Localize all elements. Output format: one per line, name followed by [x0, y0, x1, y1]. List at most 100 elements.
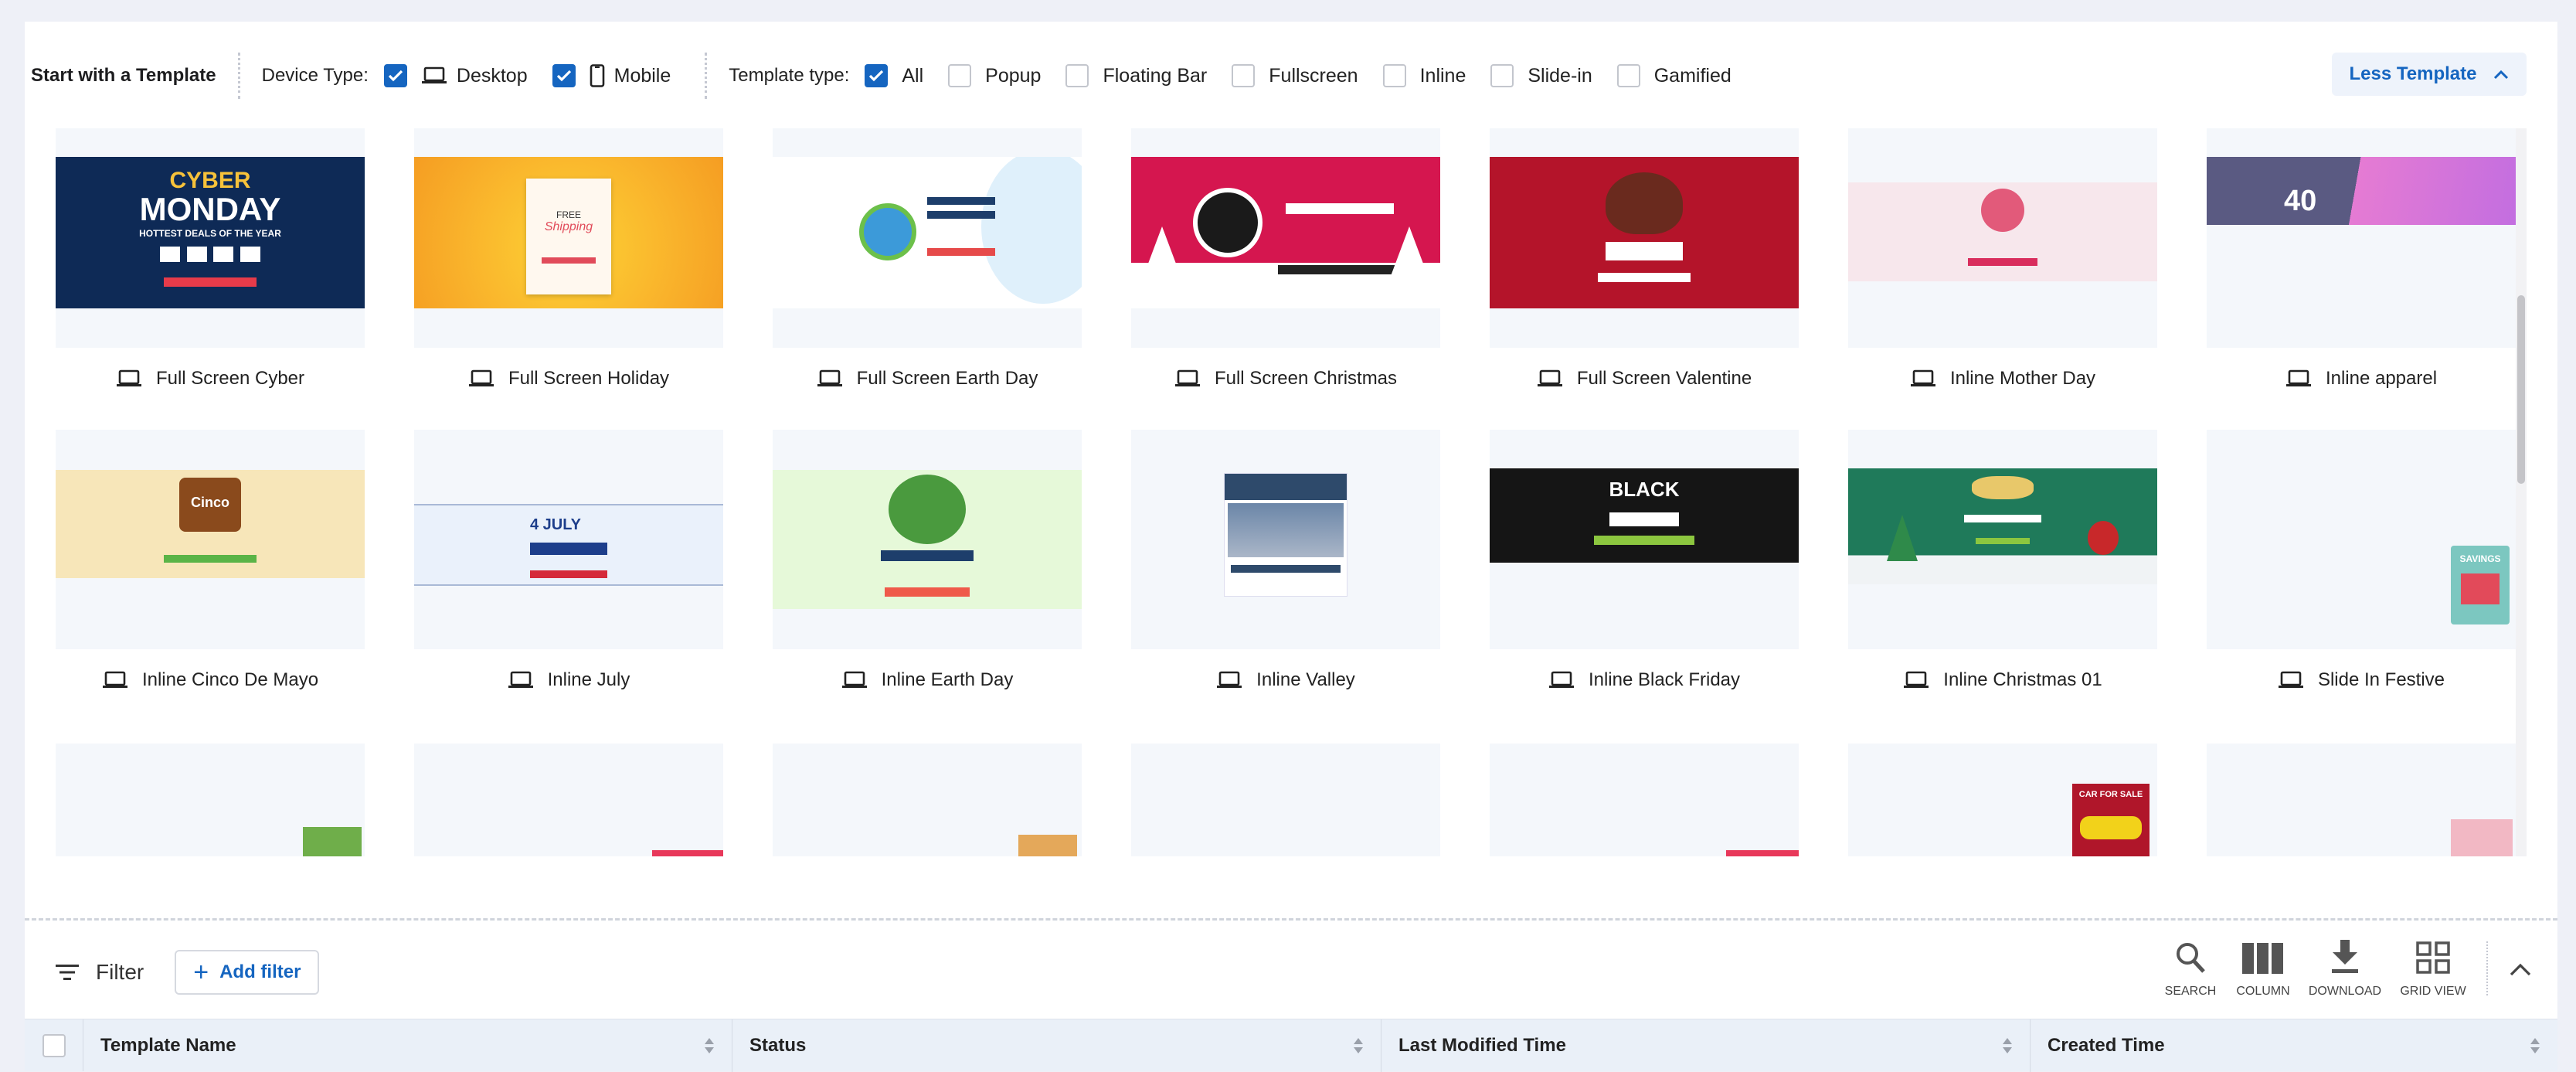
- template-thumbnail[interactable]: [1131, 430, 1440, 649]
- template-thumbnail[interactable]: 4 JULY: [414, 430, 723, 649]
- column-header-template-name[interactable]: Template Name: [83, 1019, 732, 1072]
- template-name: Full Screen Cyber: [155, 368, 305, 389]
- thumb-text: FREE: [556, 209, 581, 220]
- template-name: Inline apparel: [2325, 368, 2438, 389]
- template-thumbnail[interactable]: [414, 744, 723, 856]
- laptop-icon: [421, 66, 447, 83]
- type-option-fullscreen[interactable]: Fullscreen: [1232, 64, 1358, 87]
- laptop-icon: [1548, 671, 1574, 688]
- template-filter-bar: Start with a Template Device Type: Deskt…: [31, 31, 1756, 121]
- download-button[interactable]: DOWNLOAD: [2302, 932, 2387, 999]
- popup-label: Popup: [985, 64, 1042, 87]
- grid-scrollbar[interactable]: [2516, 128, 2527, 856]
- template-thumbnail[interactable]: CYBER MONDAY HOTTEST DEALS OF THE YEAR: [56, 128, 365, 348]
- search-icon: [2177, 943, 2205, 973]
- thumb-text: SAVINGS: [2459, 553, 2501, 564]
- template-thumbnail[interactable]: [1131, 128, 1440, 348]
- select-all-checkbox[interactable]: [42, 1033, 66, 1057]
- template-thumbnail[interactable]: [1848, 128, 2157, 348]
- grid-view-button[interactable]: GRID VIEW: [2391, 932, 2476, 999]
- template-thumbnail[interactable]: CAR FOR SALE: [1848, 744, 2157, 856]
- floating-bar-checkbox[interactable]: [1065, 64, 1089, 87]
- template-grid: CYBER MONDAY HOTTEST DEALS OF THE YEAR F…: [56, 128, 2525, 856]
- slide-in-checkbox[interactable]: [1490, 64, 1514, 87]
- desktop-checkbox[interactable]: [383, 64, 407, 87]
- grid-view-label: GRID VIEW: [2400, 985, 2466, 998]
- thumb-text: CAR FOR SALE: [2078, 790, 2143, 799]
- column-header-created-time[interactable]: Created Time: [2031, 1019, 2557, 1072]
- template-caption: Inline Cinco De Mayo: [56, 665, 365, 696]
- template-thumbnail[interactable]: BLACK: [1490, 430, 1799, 649]
- template-name: Full Screen Valentine: [1576, 368, 1752, 389]
- divider: [25, 918, 2557, 921]
- template-caption: Inline Valley: [1131, 665, 1440, 696]
- gamified-label: Gamified: [1653, 64, 1731, 87]
- template-name: Inline Christmas 01: [1943, 669, 2102, 690]
- column-header-status[interactable]: Status: [732, 1019, 1381, 1072]
- gamified-checkbox[interactable]: [1616, 64, 1640, 87]
- template-thumbnail[interactable]: [1490, 128, 1799, 348]
- device-option-mobile[interactable]: Mobile: [552, 64, 671, 87]
- template-thumbnail[interactable]: FREE Shipping: [414, 128, 723, 348]
- template-thumbnail[interactable]: [773, 430, 1082, 649]
- fullscreen-label: Fullscreen: [1269, 64, 1358, 87]
- device-option-desktop[interactable]: Desktop: [383, 64, 528, 87]
- type-option-popup[interactable]: Popup: [948, 64, 1041, 87]
- laptop-icon: [1217, 671, 1242, 688]
- all-checkbox[interactable]: [865, 64, 889, 87]
- divider: [2486, 941, 2488, 995]
- template-name: Full Screen Holiday: [508, 368, 670, 389]
- template-thumbnail[interactable]: [773, 128, 1082, 348]
- template-thumbnail[interactable]: [56, 744, 365, 856]
- template-thumbnail[interactable]: Cinco: [56, 430, 365, 649]
- type-option-floating-bar[interactable]: Floating Bar: [1065, 64, 1207, 87]
- popup-checkbox[interactable]: [948, 64, 972, 87]
- template-thumbnail[interactable]: [2207, 744, 2516, 856]
- template-caption: Inline Christmas 01: [1848, 665, 2157, 696]
- mobile-checkbox[interactable]: [552, 64, 576, 87]
- template-thumbnail[interactable]: [773, 744, 1082, 856]
- template-caption: Inline Black Friday: [1490, 665, 1799, 696]
- template-name: Inline Black Friday: [1588, 669, 1741, 690]
- laptop-icon: [116, 369, 141, 386]
- template-thumbnail[interactable]: [1848, 430, 2157, 649]
- inline-checkbox[interactable]: [1382, 64, 1406, 87]
- laptop-icon: [2278, 671, 2303, 688]
- table-header: Template Name Status Last Modified Time …: [25, 1019, 2557, 1072]
- type-option-all[interactable]: All: [865, 64, 923, 87]
- column-button[interactable]: COLUMN: [2221, 932, 2306, 999]
- divider: [237, 53, 240, 99]
- template-name: Inline Valley: [1256, 669, 1355, 690]
- sort-icon[interactable]: [2530, 1036, 2540, 1055]
- sort-icon[interactable]: [1353, 1036, 1364, 1055]
- add-filter-button[interactable]: + Add filter: [175, 950, 320, 995]
- laptop-icon: [102, 671, 127, 688]
- column-header-label: Status: [749, 1035, 807, 1056]
- template-caption: Inline apparel: [2207, 363, 2516, 394]
- template-name: Full Screen Earth Day: [856, 368, 1038, 389]
- column-header-last-modified-time[interactable]: Last Modified Time: [1381, 1019, 2031, 1072]
- fullscreen-checkbox[interactable]: [1232, 64, 1256, 87]
- laptop-icon: [1910, 369, 1935, 386]
- all-label: All: [902, 64, 924, 87]
- less-template-button[interactable]: Less Template: [2332, 53, 2527, 96]
- filter-label: Filter: [96, 960, 144, 984]
- column-label: COLUMN: [2236, 985, 2290, 998]
- sort-icon[interactable]: [2002, 1036, 2013, 1055]
- template-thumbnail[interactable]: SAVINGS: [2207, 430, 2516, 649]
- grid-scrollbar-thumb[interactable]: [2517, 295, 2525, 484]
- template-caption: Full Screen Valentine: [1490, 363, 1799, 394]
- type-option-slide-in[interactable]: Slide-in: [1490, 64, 1592, 87]
- thumb-text: HOTTEST DEALS OF THE YEAR: [139, 228, 281, 239]
- collapse-button[interactable]: [2499, 948, 2542, 991]
- laptop-icon: [841, 671, 867, 688]
- type-option-inline[interactable]: Inline: [1382, 64, 1466, 87]
- sort-icon[interactable]: [704, 1036, 715, 1055]
- type-option-gamified[interactable]: Gamified: [1616, 64, 1731, 87]
- grid-view-icon: [2416, 941, 2450, 974]
- template-thumbnail[interactable]: [1131, 744, 1440, 856]
- template-type-label: Template type:: [729, 65, 850, 86]
- template-caption: Slide In Festive: [2207, 665, 2516, 696]
- template-thumbnail[interactable]: [1490, 744, 1799, 856]
- template-thumbnail[interactable]: 40: [2207, 128, 2516, 348]
